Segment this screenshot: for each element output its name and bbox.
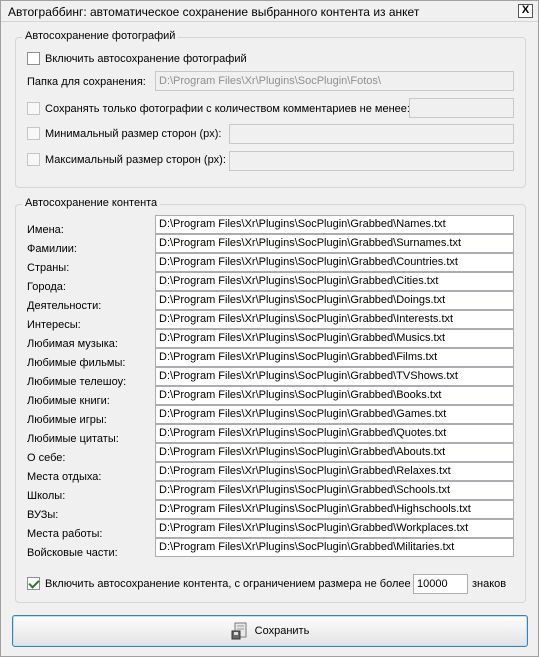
max-size-checkbox-box[interactable] — [27, 153, 40, 166]
content-row-label: Деятельности: — [27, 300, 102, 312]
min-size-checkbox[interactable]: Минимальный размер сторон (px): — [27, 127, 221, 140]
content-row-path-field[interactable]: D:\Program Files\Xr\Plugins\SocPlugin\Gr… — [155, 386, 514, 405]
enable-photos-label: Включить автосохранение фотографий — [45, 52, 247, 65]
content-row-label: ВУЗы: — [27, 509, 59, 521]
content-row-label: О себе: — [27, 452, 66, 464]
content-row-label: Фамилии: — [27, 243, 77, 255]
enable-photos-checkbox-box[interactable] — [27, 52, 40, 65]
content-row-path-field[interactable]: D:\Program Files\Xr\Plugins\SocPlugin\Gr… — [155, 538, 514, 557]
comments-label: Сохранять только фотографии с количество… — [45, 102, 410, 115]
limit-unit-label: знаков — [472, 578, 507, 590]
min-size-checkbox-box[interactable] — [27, 127, 40, 140]
content-row-label: Школы: — [27, 490, 66, 502]
content-group-title: Автосохранение контента — [22, 197, 161, 209]
max-size-label: Максимальный размер сторон (px): — [45, 153, 226, 166]
comments-checkbox[interactable]: Сохранять только фотографии с количество… — [27, 102, 410, 115]
autograb-dialog: Автограббинг: автоматическое сохранение … — [0, 0, 539, 657]
content-row-path-field[interactable]: D:\Program Files\Xr\Plugins\SocPlugin\Gr… — [155, 481, 514, 500]
content-row-path-field[interactable]: D:\Program Files\Xr\Plugins\SocPlugin\Gr… — [155, 272, 514, 291]
max-size-field[interactable] — [229, 151, 514, 171]
content-row-label: Любимые телешоу: — [27, 376, 127, 388]
content-row-label: Места отдыха: — [27, 471, 102, 483]
content-row-path-field[interactable]: D:\Program Files\Xr\Plugins\SocPlugin\Gr… — [155, 500, 514, 519]
content-row-label: Любимые фильмы: — [27, 357, 126, 369]
content-row-label: Войсковые части: — [27, 547, 118, 559]
limit-checkbox-box[interactable] — [27, 577, 40, 590]
content-row-path-field[interactable]: D:\Program Files\Xr\Plugins\SocPlugin\Gr… — [155, 253, 514, 272]
folder-field[interactable]: D:\Program Files\Xr\Plugins\SocPlugin\Fo… — [155, 71, 514, 91]
limit-checkbox[interactable]: Включить автосохранение контента, с огра… — [27, 577, 411, 590]
content-row-path-field[interactable]: D:\Program Files\Xr\Plugins\SocPlugin\Gr… — [155, 215, 514, 234]
content-row-path-field[interactable]: D:\Program Files\Xr\Plugins\SocPlugin\Gr… — [155, 462, 514, 481]
content-row-path-field[interactable]: D:\Program Files\Xr\Plugins\SocPlugin\Gr… — [155, 348, 514, 367]
save-button[interactable]: Сохранить — [12, 615, 528, 647]
title-bar: Автограббинг: автоматическое сохранение … — [1, 1, 538, 22]
max-size-checkbox[interactable]: Максимальный размер сторон (px): — [27, 153, 226, 166]
content-row-label: Любимые игры: — [27, 414, 107, 426]
limit-label: Включить автосохранение контента, с огра… — [45, 577, 411, 590]
close-button[interactable]: X — [518, 4, 533, 18]
content-row-label: Интересы: — [27, 319, 81, 331]
comments-checkbox-box[interactable] — [27, 102, 40, 115]
content-row-path-field[interactable]: D:\Program Files\Xr\Plugins\SocPlugin\Gr… — [155, 367, 514, 386]
content-row-label: Места работы: — [27, 528, 103, 540]
content-row-label: Любимые цитаты: — [27, 433, 119, 445]
content-row-path-field[interactable]: D:\Program Files\Xr\Plugins\SocPlugin\Gr… — [155, 519, 514, 538]
save-label: Сохранить — [254, 625, 310, 637]
limit-field[interactable]: 10000 — [413, 574, 468, 594]
enable-photos-checkbox[interactable]: Включить автосохранение фотографий — [27, 52, 247, 65]
window-title: Автограббинг: автоматическое сохранение … — [8, 5, 420, 19]
content-row-path-field[interactable]: D:\Program Files\Xr\Plugins\SocPlugin\Gr… — [155, 329, 514, 348]
content-row-label: Города: — [27, 281, 66, 293]
content-row-path-field[interactable]: D:\Program Files\Xr\Plugins\SocPlugin\Gr… — [155, 405, 514, 424]
min-size-field[interactable] — [229, 124, 514, 144]
content-row-label: Любимая музыка: — [27, 338, 118, 350]
content-row-label: Любимые книги: — [27, 395, 110, 407]
content-row-path-field[interactable]: D:\Program Files\Xr\Plugins\SocPlugin\Gr… — [155, 424, 514, 443]
content-row-path-field[interactable]: D:\Program Files\Xr\Plugins\SocPlugin\Gr… — [155, 234, 514, 253]
folder-label: Папка для сохранения: — [27, 76, 146, 88]
comments-field[interactable] — [409, 98, 514, 118]
save-icon — [231, 622, 249, 640]
content-row-label: Имена: — [27, 224, 64, 236]
content-row-path-field[interactable]: D:\Program Files\Xr\Plugins\SocPlugin\Gr… — [155, 291, 514, 310]
photos-group-title: Автосохранение фотографий — [22, 30, 179, 42]
content-row-label: Страны: — [27, 262, 70, 274]
content-row-path-field[interactable]: D:\Program Files\Xr\Plugins\SocPlugin\Gr… — [155, 443, 514, 462]
content-row-path-field[interactable]: D:\Program Files\Xr\Plugins\SocPlugin\Gr… — [155, 310, 514, 329]
min-size-label: Минимальный размер сторон (px): — [45, 127, 222, 140]
